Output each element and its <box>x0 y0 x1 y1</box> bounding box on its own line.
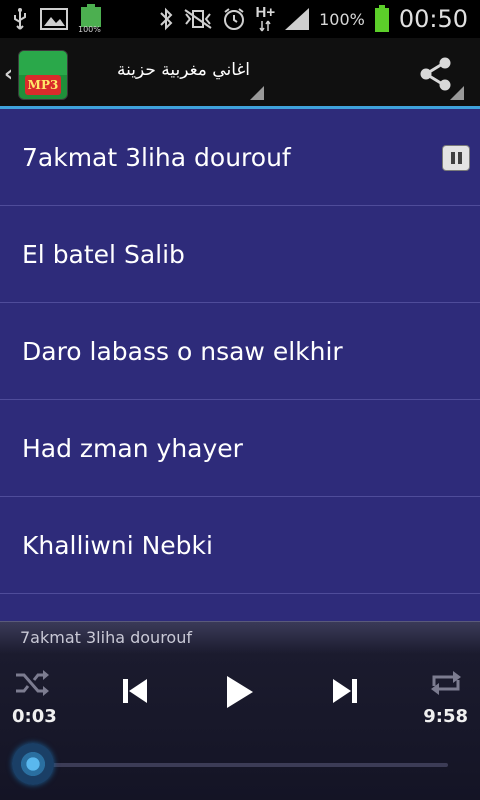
alarm-icon <box>222 7 246 31</box>
battery-small-label: 100% <box>78 25 101 34</box>
up-chevron-icon[interactable]: ‹ <box>4 62 13 87</box>
song-item-3[interactable]: Daro labass o nsaw elkhir <box>0 303 480 400</box>
song-title: Khalliwni Nebki <box>22 530 213 560</box>
battery-percent: 100% <box>319 9 365 29</box>
network-type-label: H+ <box>255 4 276 21</box>
share-spinner-indicator <box>450 86 464 100</box>
play-icon <box>227 676 253 708</box>
player-panel: 7akmat 3liha dourouf 0:03 9:58 <box>0 621 480 800</box>
seek-thumb[interactable] <box>12 743 54 785</box>
current-time: 0:03 <box>12 706 57 727</box>
next-icon <box>333 679 357 703</box>
song-title: Daro labass o nsaw elkhir <box>22 336 343 366</box>
song-item-1[interactable]: 7akmat 3liha dourouf <box>0 109 480 206</box>
song-item-5[interactable]: Khalliwni Nebki <box>0 497 480 594</box>
battery-small-icon: 100% <box>78 4 102 34</box>
app-logo[interactable]: MP3 <box>18 50 68 100</box>
hplus-icon: H+ <box>255 4 276 32</box>
pause-icon[interactable] <box>442 145 470 171</box>
total-time: 9:58 <box>423 706 468 727</box>
action-bar: ‹ MP3 اغاني مغربية حزينة <box>0 38 480 106</box>
gallery-icon <box>40 8 68 30</box>
song-item-4[interactable]: Had zman yhayer <box>0 400 480 497</box>
previous-button[interactable] <box>118 674 152 708</box>
song-item-partial[interactable] <box>0 594 480 621</box>
screen: 100% H+ 100% 00:50 ‹ MP3 اغاني مغربية حز… <box>0 0 480 800</box>
battery-icon <box>374 5 390 33</box>
repeat-icon <box>431 671 461 695</box>
next-button[interactable] <box>328 674 362 708</box>
logo-top-band <box>19 51 67 75</box>
usb-icon <box>12 7 28 31</box>
logo-mp3-badge: MP3 <box>25 75 61 95</box>
play-button[interactable] <box>218 672 258 712</box>
now-playing-title: 7akmat 3liha dourouf <box>20 628 192 647</box>
shuffle-icon <box>16 670 49 696</box>
vibrate-mute-icon <box>183 8 213 30</box>
app-title[interactable]: اغاني مغربية حزينة <box>90 60 250 80</box>
status-clock: 00:50 <box>398 5 468 33</box>
song-title: Had zman yhayer <box>22 433 243 463</box>
song-title: 7akmat 3liha dourouf <box>22 142 291 172</box>
signal-icon <box>284 7 310 31</box>
song-title: El batel Salib <box>22 239 185 269</box>
repeat-button[interactable] <box>428 668 464 698</box>
title-spinner-indicator <box>250 86 264 100</box>
shuffle-button[interactable] <box>14 668 50 698</box>
previous-icon <box>123 679 147 703</box>
status-bar: 100% H+ 100% 00:50 <box>0 0 480 38</box>
bluetooth-icon <box>158 7 174 31</box>
song-list[interactable]: 7akmat 3liha dourouf El batel Salib Daro… <box>0 109 480 621</box>
seek-bar[interactable] <box>30 763 448 767</box>
song-item-2[interactable]: El batel Salib <box>0 206 480 303</box>
